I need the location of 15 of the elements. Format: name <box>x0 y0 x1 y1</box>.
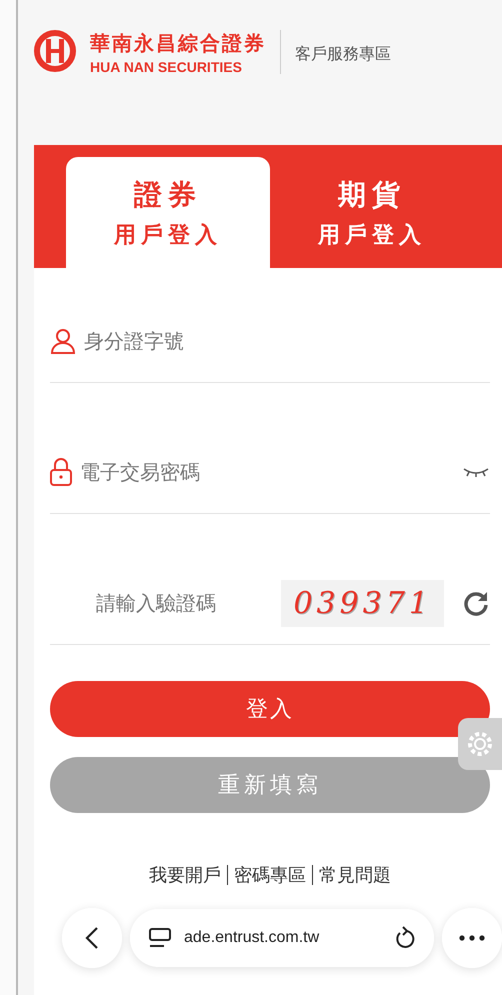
captcha-image: 039371 <box>281 580 444 626</box>
input-field[interactable]: 電子交易密碼 <box>80 460 454 484</box>
login-tab[interactable]: 證券 用戶登入 <box>66 157 270 268</box>
address-bar[interactable]: ade.entrust.com.tw <box>130 909 434 967</box>
login-button[interactable]: 登入 <box>50 681 490 737</box>
footer-link[interactable]: 我要開戶 <box>149 863 221 887</box>
footer-link[interactable]: 密碼專區 <box>234 863 306 887</box>
login-tab[interactable]: 期貨 用戶登入 <box>270 157 474 268</box>
url-text: ade.entrust.com.tw <box>184 929 320 947</box>
footer-link[interactable]: 常見問題 <box>319 863 391 887</box>
section-title: 客戶服務專區 <box>295 44 391 65</box>
input-field[interactable]: 請輸入驗證碼 <box>96 591 274 615</box>
brand-name: 華南永昌綜合證券 <box>90 30 266 57</box>
brand-english-name: HUA NAN SECURITIES <box>90 59 243 75</box>
input-field[interactable]: 身分證字號 <box>84 329 490 353</box>
